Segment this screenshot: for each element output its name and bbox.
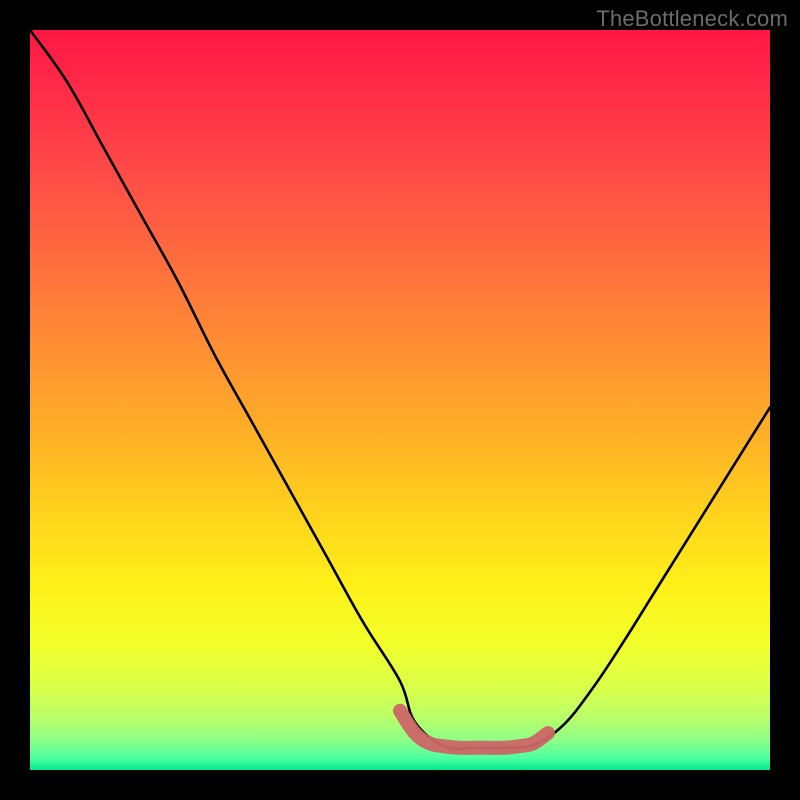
bottleneck-curve xyxy=(30,30,770,749)
chart-svg xyxy=(30,30,770,770)
watermark-text: TheBottleneck.com xyxy=(596,6,788,32)
plot-area xyxy=(30,30,770,770)
chart-frame: TheBottleneck.com xyxy=(0,0,800,800)
